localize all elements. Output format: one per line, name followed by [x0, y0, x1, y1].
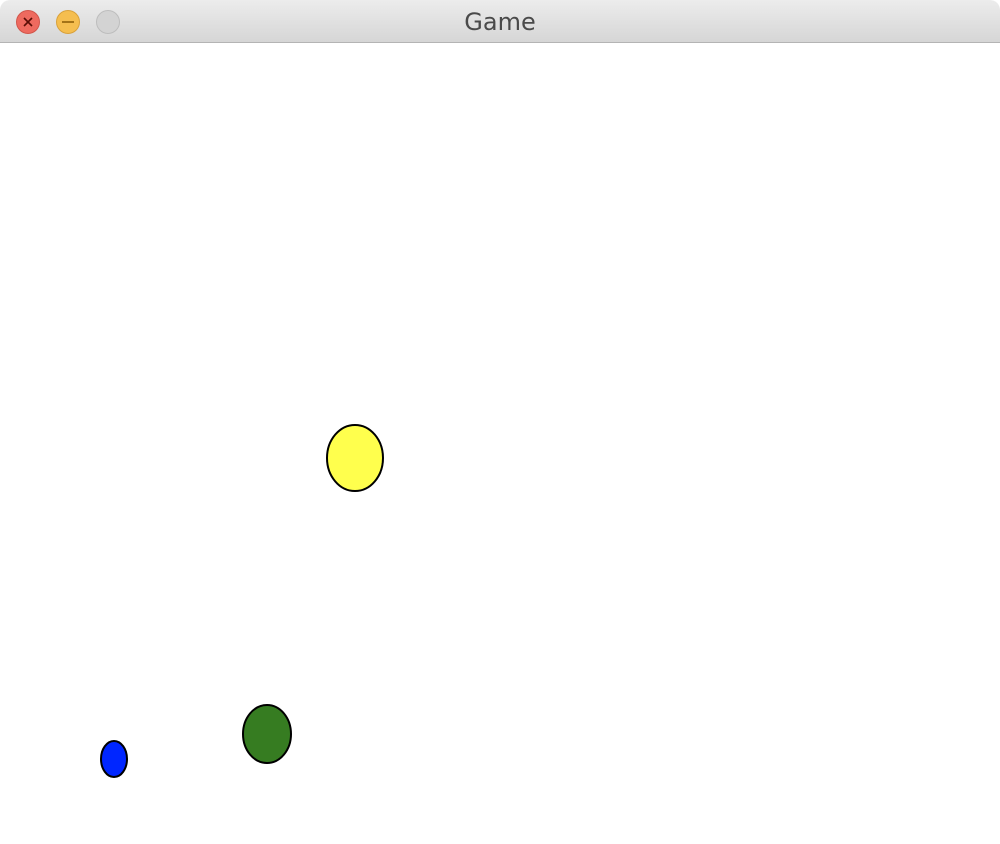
blue-ball [100, 740, 128, 778]
game-canvas[interactable] [0, 43, 1000, 844]
window-title: Game [464, 8, 536, 36]
game-scene [100, 424, 384, 778]
yellow-ball [326, 424, 384, 492]
game-window: Game [0, 0, 1000, 844]
title-bar[interactable]: Game [0, 0, 1000, 43]
green-ball [242, 704, 292, 764]
